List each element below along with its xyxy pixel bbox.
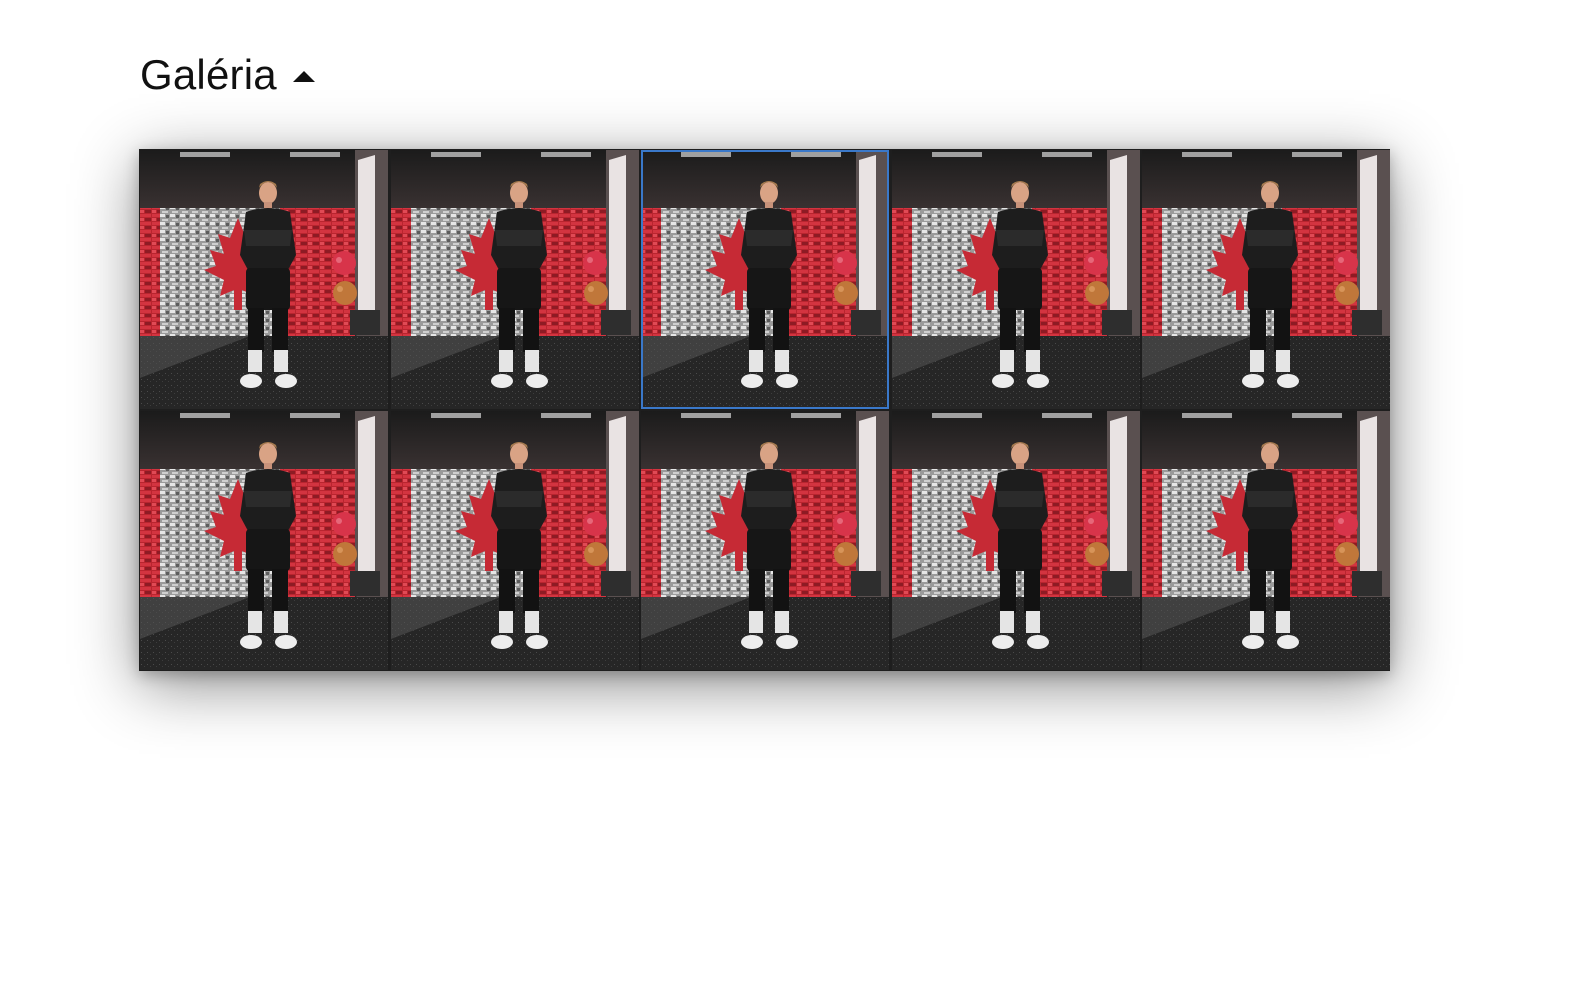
- gallery-thumbnail[interactable]: [641, 150, 889, 409]
- gallery-thumbnail[interactable]: [891, 150, 1140, 409]
- thumbnail-grid: [139, 149, 1390, 671]
- gallery-panel: [139, 149, 1390, 671]
- athlete-photo: [390, 411, 639, 670]
- gallery-thumbnail[interactable]: [641, 411, 889, 670]
- gallery-title: Galéria: [140, 51, 277, 98]
- athlete-photo: [390, 150, 639, 409]
- athlete-photo: [641, 150, 889, 409]
- gallery-toggle[interactable]: Galéria: [140, 50, 315, 100]
- gallery-thumbnail[interactable]: [1142, 150, 1390, 409]
- gallery-thumbnail[interactable]: [891, 411, 1140, 670]
- athlete-photo: [1142, 150, 1390, 409]
- athlete-photo: [891, 150, 1140, 409]
- athlete-photo: [1142, 411, 1390, 670]
- athlete-photo: [891, 411, 1140, 670]
- athlete-photo: [140, 150, 388, 409]
- gallery-thumbnail[interactable]: [390, 150, 639, 409]
- gallery-thumbnail[interactable]: [1142, 411, 1390, 670]
- gallery-thumbnail[interactable]: [390, 411, 639, 670]
- athlete-photo: [140, 411, 388, 670]
- athlete-photo: [641, 411, 889, 670]
- gallery-thumbnail[interactable]: [140, 411, 388, 670]
- caret-up-icon[interactable]: [292, 70, 315, 82]
- gallery-thumbnail[interactable]: [140, 150, 388, 409]
